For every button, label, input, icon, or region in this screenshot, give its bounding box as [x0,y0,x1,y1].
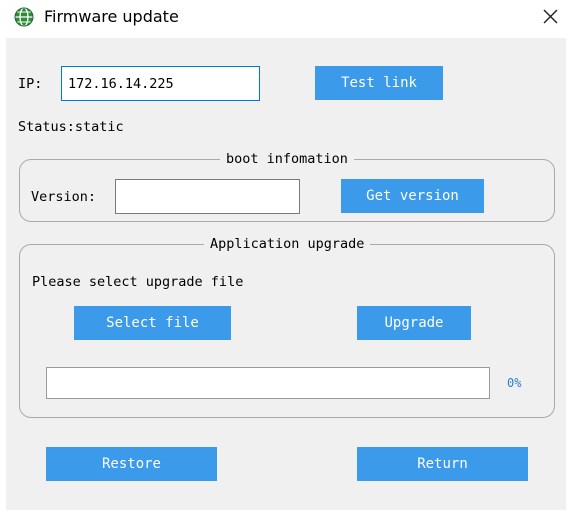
test-link-button[interactable]: Test link [315,66,443,100]
dialog-body: IP: Test link Status:static boot infomat… [6,38,566,510]
get-version-button[interactable]: Get version [341,179,484,213]
title-bar[interactable]: Firmware update [0,0,572,36]
status-text: Status:static [18,119,124,135]
close-icon [543,9,558,24]
close-button[interactable] [534,2,566,32]
ip-label: IP: [18,76,43,92]
restore-button[interactable]: Restore [46,447,217,481]
upgrade-prompt: Please select upgrade file [32,274,244,290]
app-upgrade-legend: Application upgrade [204,235,371,253]
version-label: Version: [31,189,97,205]
boot-info-legend: boot infomation [220,150,354,168]
return-button[interactable]: Return [357,447,528,481]
upgrade-button[interactable]: Upgrade [357,306,471,340]
upgrade-progress-bar [46,367,490,399]
select-file-button[interactable]: Select file [74,306,231,340]
version-input[interactable] [115,179,300,214]
firmware-update-window: Firmware update IP: Test link Status:sta… [0,0,572,512]
green-globe-icon [14,7,34,27]
progress-percent-text: 0% [507,376,522,390]
window-title: Firmware update [44,7,179,26]
ip-input[interactable] [61,66,260,101]
